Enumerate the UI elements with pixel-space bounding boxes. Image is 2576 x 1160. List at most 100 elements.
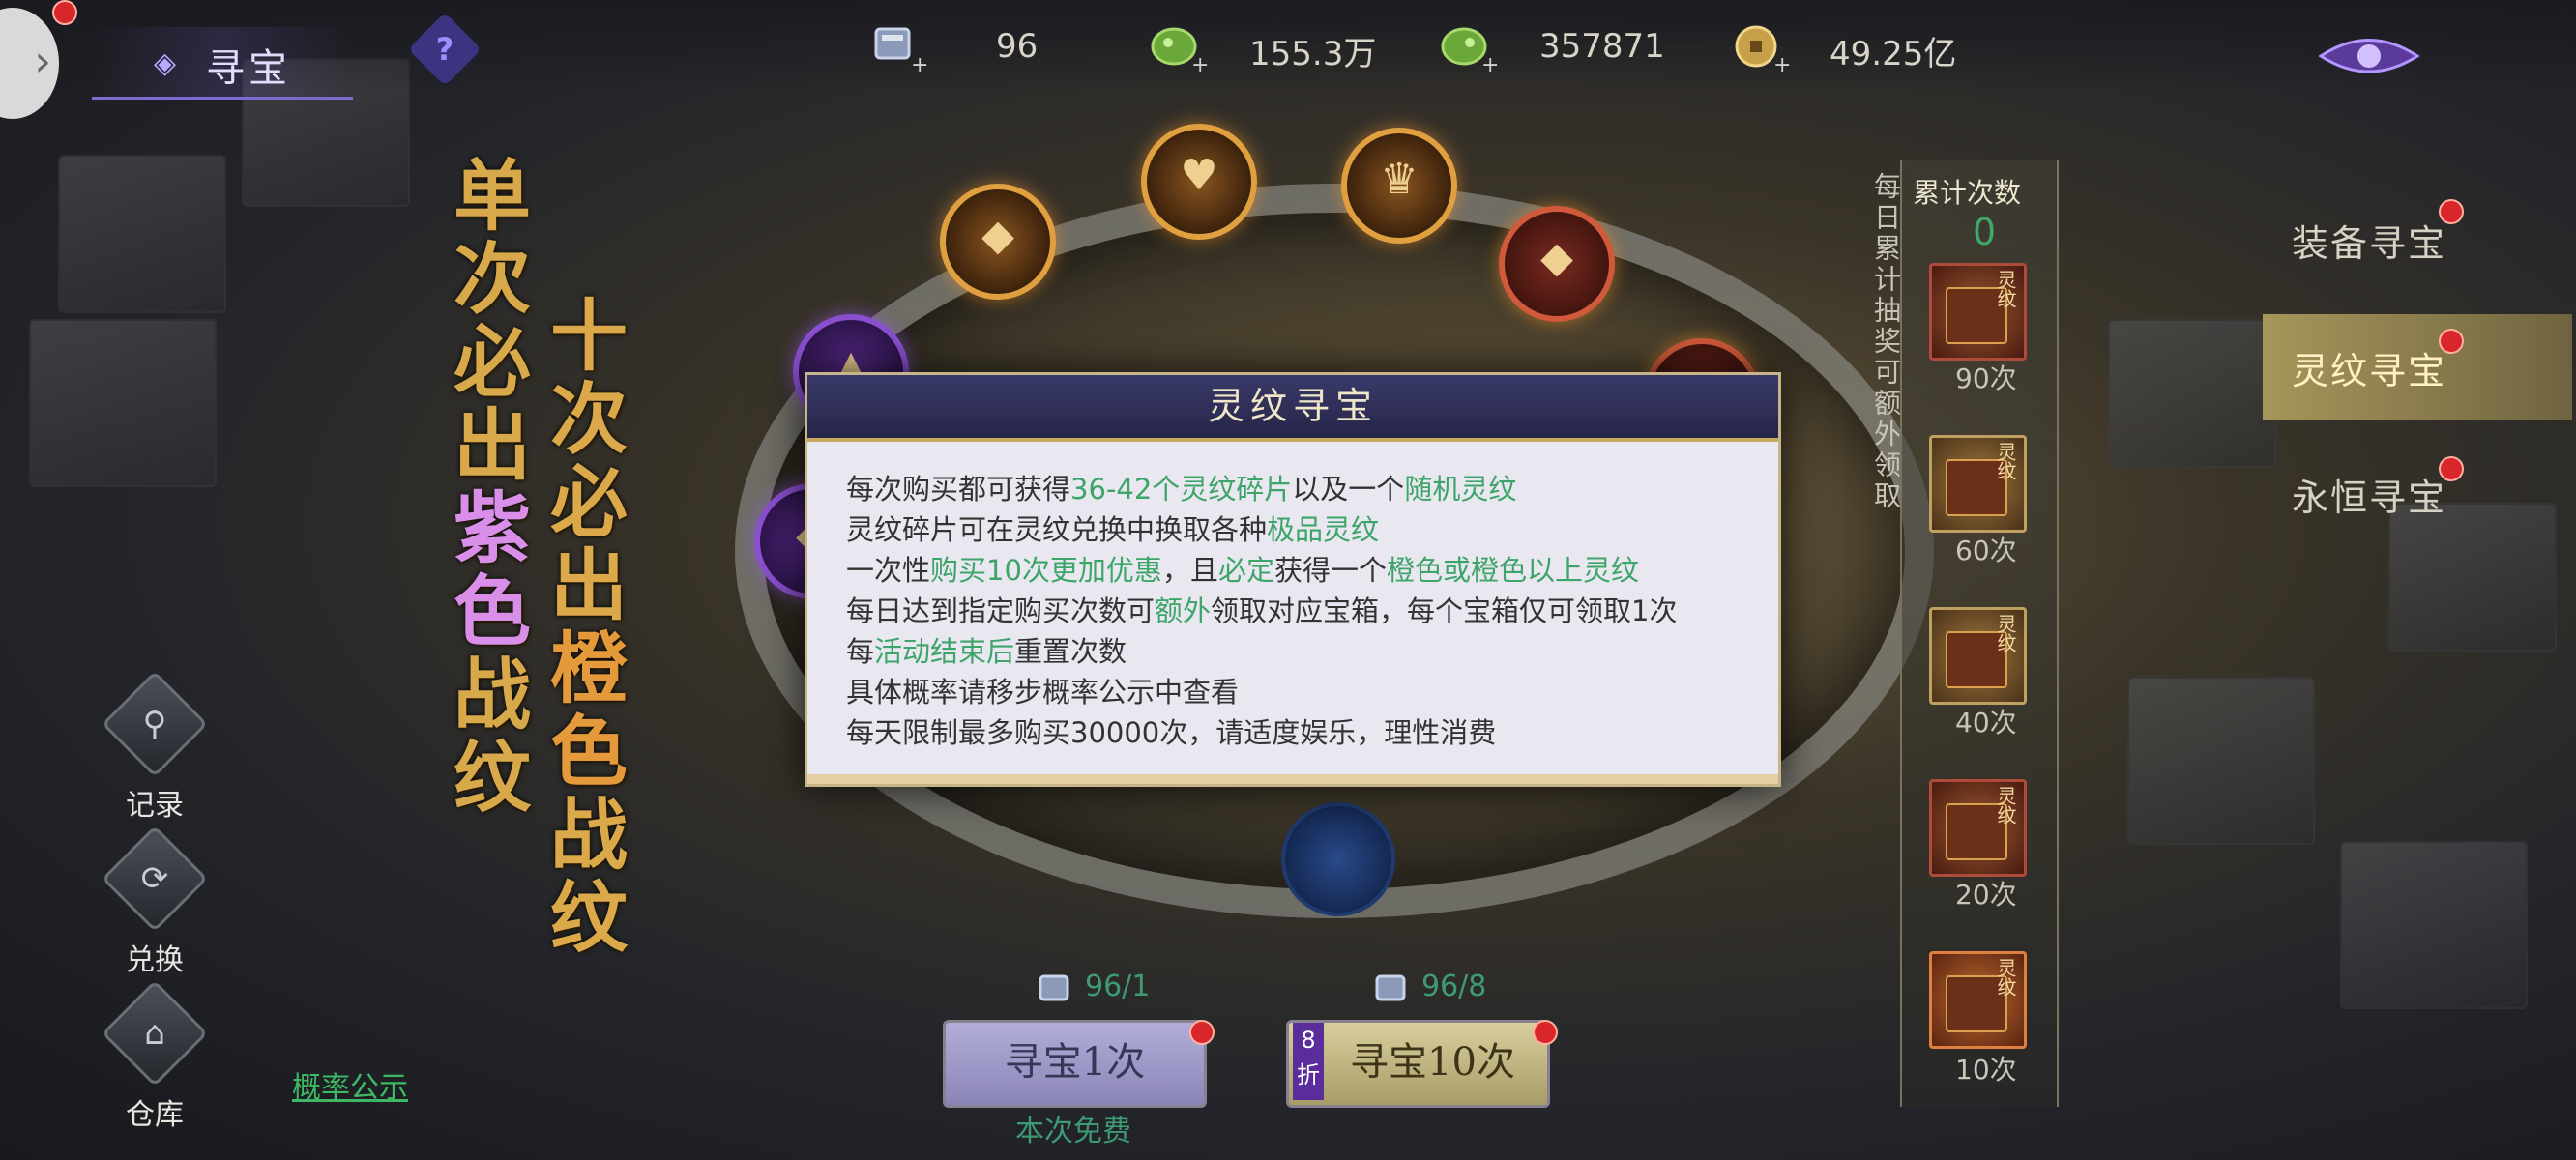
probability-link[interactable]: 概率公示 xyxy=(292,1063,408,1106)
warehouse-label: 仓库 xyxy=(126,1098,184,1132)
exchange-label: 兑换 xyxy=(126,943,184,977)
dialog-text: 每天限制最多购买30000次，请适度娱乐，理性消费 xyxy=(846,716,1497,749)
highlight-text: 极品灵纹 xyxy=(1267,513,1380,546)
notification-dot xyxy=(2439,329,2464,354)
notification-dot xyxy=(52,0,77,25)
highlight-text: 橙色或橙色以上灵纹 xyxy=(1386,554,1639,587)
draw-once-button[interactable]: 寻宝1次 xyxy=(943,1020,1207,1108)
tracker-hint: 每日累计抽奖可额外领取 xyxy=(1870,172,1902,512)
gold-amount: 49.25亿 xyxy=(1830,35,1957,73)
chest-90[interactable]: 灵纹 xyxy=(1929,263,2027,361)
dialog-text: ，且 xyxy=(1161,554,1218,587)
dialog-line: 一次性购买10次更加优惠，且必定获得一个橙色或橙色以上灵纹 xyxy=(846,550,1740,591)
dialog-line: 每日达到指定购买次数可额外领取对应宝箱，每个宝箱仅可领取1次 xyxy=(846,591,1740,631)
notification-dot xyxy=(2439,199,2464,224)
highlight-text: 必定 xyxy=(1217,554,1274,587)
dialog-text: 具体概率请移步概率公示中查看 xyxy=(846,676,1240,709)
exchange-icon: ⟳ xyxy=(101,825,209,933)
dialog-line: 灵纹碎片可在灵纹兑换中换取各种极品灵纹 xyxy=(846,509,1740,550)
chest-40[interactable]: 灵纹 xyxy=(1929,607,2027,705)
scroll-ticket-icon xyxy=(1039,974,1069,1000)
treasure-icon: ◈ xyxy=(154,46,177,80)
ticket-count: 96 xyxy=(996,27,1039,66)
banner-text: 单次必出 xyxy=(441,155,532,487)
dialog-text: 重置次数 xyxy=(1014,635,1127,668)
dialog-text: 每 xyxy=(846,635,875,668)
single-cost: 96/1 xyxy=(1035,970,1150,1005)
notification-dot xyxy=(2439,456,2464,481)
dialog-line: 每天限制最多购买30000次，请适度娱乐，理性消费 xyxy=(846,712,1740,753)
dialog-footer-bar xyxy=(807,774,1778,784)
question-icon: ? xyxy=(435,31,454,68)
tracker-count: 0 xyxy=(1973,211,1997,253)
reward-orb: ♥ xyxy=(1141,124,1257,240)
yin-yang-icon xyxy=(1281,802,1395,916)
notification-dot xyxy=(1533,1020,1558,1045)
discount-badge: 8折 xyxy=(1293,1023,1324,1100)
record-label: 记录 xyxy=(126,789,184,823)
gold-coin-icon[interactable]: + xyxy=(1731,19,1791,73)
highlight-text: 购买10次更加优惠 xyxy=(930,554,1162,587)
bg-tile xyxy=(2108,319,2276,468)
banner-text: 紫色 xyxy=(441,487,532,653)
dialog-header: 灵纹寻宝 xyxy=(807,375,1778,442)
free-note: 本次免费 xyxy=(1015,1115,1131,1148)
jade-amount: 155.3万 xyxy=(1249,35,1377,73)
dialog-text: 每日达到指定购买次数可 xyxy=(846,594,1156,627)
page-title: ◈ 寻宝 xyxy=(92,27,353,100)
scroll-ticket-icon[interactable]: + xyxy=(868,19,928,73)
dialog-line: 每次购买都可获得36-42个灵纹碎片以及一个随机灵纹 xyxy=(846,469,1740,509)
tab-eternal-treasure[interactable]: 永恒寻宝 xyxy=(2263,441,2572,547)
bg-tile xyxy=(2340,841,2528,1009)
bg-tile xyxy=(2127,677,2315,845)
dialog-line: 具体概率请移步概率公示中查看 xyxy=(846,672,1740,712)
milestone-label: 60次 xyxy=(1955,535,2017,566)
reward-orb: ♛ xyxy=(1341,128,1457,244)
reward-orb: ◆ xyxy=(1499,206,1615,322)
dialog-text: 以及一个 xyxy=(1292,473,1405,506)
tab-rune-treasure[interactable]: 灵纹寻宝 xyxy=(2263,314,2572,420)
milestone-label: 40次 xyxy=(1955,707,2017,739)
green-jade-bound-icon[interactable]: + xyxy=(1439,19,1499,73)
dialog-title: 灵纹寻宝 xyxy=(1207,385,1378,427)
svg-text:+: + xyxy=(1191,53,1209,73)
bg-tile xyxy=(58,155,226,313)
svg-text:+: + xyxy=(1481,53,1499,73)
tracker-title: 累计次数 xyxy=(1913,177,2022,209)
milestone-label: 20次 xyxy=(1955,879,2017,911)
chest-20[interactable]: 灵纹 xyxy=(1929,779,2027,877)
svg-text:+: + xyxy=(1773,53,1791,73)
highlight-text: 活动结束后 xyxy=(874,635,1015,668)
ten-cost: 96/8 xyxy=(1371,970,1486,1005)
banner-single-draw: 单次必出紫色战纹 xyxy=(430,155,542,820)
reward-orb: ◆ xyxy=(940,184,1056,300)
bound-jade-amount: 357871 xyxy=(1539,27,1665,66)
info-dialog: 灵纹寻宝 每次购买都可获得36-42个灵纹碎片以及一个随机灵纹 灵纹碎片可在灵纹兑… xyxy=(805,372,1781,787)
highlight-text: 36-42个灵纹碎片 xyxy=(1070,473,1293,506)
record-button[interactable]: ⚲ 记录 xyxy=(101,670,209,824)
banner-text: 战纹 xyxy=(538,794,629,960)
chest-10[interactable]: 灵纹 xyxy=(1929,951,2027,1049)
chevron-right-icon: › xyxy=(34,37,51,86)
help-button[interactable]: ? xyxy=(407,12,483,87)
banner-text: 橙色 xyxy=(538,627,629,794)
warehouse-icon: ⌂ xyxy=(101,979,209,1088)
banner-text: 战纹 xyxy=(441,653,532,820)
dialog-text: 领取对应宝箱，每个宝箱仅可领取1次 xyxy=(1211,594,1678,627)
svg-text:+: + xyxy=(911,53,928,73)
eye-icon[interactable] xyxy=(2316,29,2422,82)
bg-tile xyxy=(29,319,217,487)
dialog-text: 获得一个 xyxy=(1273,554,1387,587)
tab-equipment-treasure[interactable]: 装备寻宝 xyxy=(2263,187,2572,293)
green-jade-icon[interactable]: + xyxy=(1149,19,1209,73)
highlight-text: 随机灵纹 xyxy=(1404,473,1517,506)
milestone-label: 10次 xyxy=(1955,1054,2017,1086)
milestone-label: 90次 xyxy=(1955,362,2017,394)
highlight-text: 额外 xyxy=(1155,594,1212,627)
warehouse-button[interactable]: ⌂ 仓库 xyxy=(101,979,209,1133)
draw-ten-button[interactable]: 寻宝10次 xyxy=(1286,1020,1550,1108)
dialog-line: 每活动结束后重置次数 xyxy=(846,631,1740,672)
chest-60[interactable]: 灵纹 xyxy=(1929,435,2027,533)
exchange-button[interactable]: ⟳ 兑换 xyxy=(101,825,209,978)
dialog-text: 灵纹碎片可在灵纹兑换中换取各种 xyxy=(846,513,1268,546)
